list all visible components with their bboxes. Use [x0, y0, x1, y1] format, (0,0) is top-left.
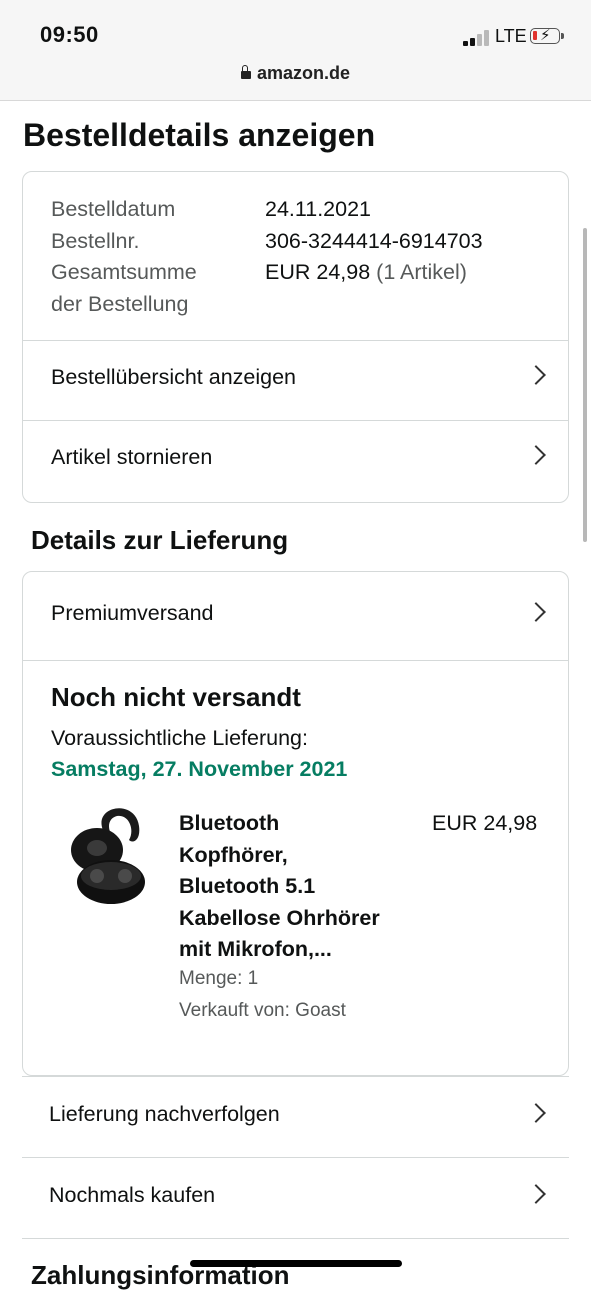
status-bar: 09:50 LTE ⚡ amazon.de [0, 0, 591, 101]
order-summary-labels: Bestelldatum Bestellnr. Gesamtsumme der … [51, 194, 197, 320]
product-title-link[interactable]: Bluetooth Kopfhörer, Bluetooth 5.1 Kabel… [179, 808, 419, 966]
delivery-estimate-label: Voraussichtliche Lieferung: [51, 726, 308, 750]
order-summary-values: 24.11.2021 306-3244414-6914703 EUR 24,98… [265, 194, 483, 289]
delivery-estimate-date: Samstag, 27. November 2021 [51, 757, 348, 781]
buy-again-link[interactable]: Nochmals kaufen [22, 1157, 569, 1238]
buy-again-label: Nochmals kaufen [49, 1183, 216, 1207]
product-quantity: Menge: 1 [179, 968, 259, 989]
order-date-label: Bestelldatum [51, 197, 176, 221]
order-total-label-line2: der Bestellung [51, 291, 189, 316]
order-number: 306-3244414-6914703 [265, 228, 483, 253]
product-title-line: Bluetooth [179, 811, 280, 835]
chevron-right-icon [526, 445, 546, 465]
delivery-card: Premiumversand Noch nicht versandt Vorau… [22, 571, 569, 1076]
delivery-section-title: Details zur Lieferung [31, 525, 289, 555]
order-total: EUR 24,98 (1 Artikel) [265, 260, 467, 284]
product-image[interactable] [63, 800, 153, 912]
address-bar[interactable]: amazon.de [0, 63, 591, 84]
chevron-right-icon [526, 365, 546, 385]
product-title-line: Bluetooth 5.1 [179, 874, 316, 898]
chevron-right-icon [526, 602, 546, 622]
url-text: amazon.de [256, 63, 351, 83]
product-title-line: Kabellose Ohrhörer [179, 905, 380, 930]
product-seller: Verkauft von: Goast [179, 1000, 346, 1021]
page-title: Bestelldetails anzeigen [23, 117, 376, 153]
order-date: 24.11.2021 [265, 197, 372, 221]
product-title-line: mit Mikrofon,... [179, 937, 332, 961]
cancel-items-link[interactable]: Artikel stornieren [23, 420, 568, 500]
order-total-label: Gesamtsumme [51, 260, 197, 284]
divider [23, 660, 568, 661]
product-price: EUR 24,98 [432, 811, 538, 835]
track-package-link[interactable]: Lieferung nachverfolgen [22, 1076, 569, 1157]
shipping-method-link[interactable]: Premiumversand [23, 572, 568, 660]
shipment-status: Noch nicht versandt [51, 682, 301, 712]
track-package-label: Lieferung nachverfolgen [49, 1102, 280, 1126]
network-type: LTE [495, 26, 527, 46]
lock-icon [240, 65, 251, 79]
item-count: (1 Artikel) [376, 260, 467, 284]
order-number-label: Bestellnr. [51, 228, 140, 253]
product-title-line: Kopfhörer, [179, 842, 288, 867]
scrollbar[interactable] [583, 228, 587, 542]
signal-strength-icon [463, 30, 491, 46]
home-indicator[interactable] [190, 1260, 402, 1267]
chevron-right-icon [526, 1103, 546, 1123]
view-order-summary-label: Bestellübersicht anzeigen [51, 365, 297, 389]
order-summary-card: Bestelldatum Bestellnr. Gesamtsumme der … [22, 171, 569, 503]
battery-charging-icon: ⚡ [530, 27, 564, 44]
status-time: 09:50 [40, 22, 99, 47]
view-order-summary-link[interactable]: Bestellübersicht anzeigen [23, 340, 568, 420]
cancel-items-label: Artikel stornieren [51, 445, 213, 469]
shipping-method-label: Premiumversand [51, 601, 214, 625]
chevron-right-icon [526, 1184, 546, 1204]
